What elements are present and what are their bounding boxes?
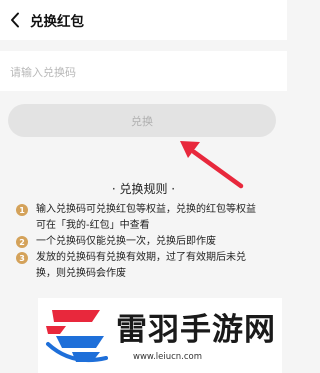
rule-text-line: 一个兑换码仅能兑换一次，兑换后即作废 [36, 236, 216, 247]
code-input-container [0, 51, 287, 93]
rule-text-line: 换，则兑换码会作废 [36, 268, 126, 279]
redeem-code-input[interactable] [8, 51, 282, 93]
redeem-button[interactable]: 兑换 [8, 104, 276, 137]
page-title: 兑换红包 [30, 14, 84, 30]
watermark-url: www.leiucn.com [133, 352, 203, 362]
rule-item: 2 一个兑换码仅能兑换一次，兑换后即作废 [16, 234, 276, 250]
rule-item: 3 发放的兑换码有兑换有效期，过了有效期后未兑 换，则兑换码会作废 [16, 250, 276, 282]
back-arrow-icon [11, 12, 19, 28]
rule-text-line: 发放的兑换码有兑换有效期，过了有效期后未兑 [36, 252, 246, 263]
back-button[interactable] [8, 10, 22, 30]
header-bar: 兑换红包 [0, 0, 287, 40]
watermark-site-name: 雷羽手游网 [116, 312, 276, 348]
rule-number-badge: 3 [16, 252, 28, 264]
rule-text-line: 输入兑换码可兑换红包等权益，兑换的红包等权益 [36, 204, 256, 215]
rules-title: · 兑换规则 · [111, 182, 176, 196]
redeem-button-label: 兑换 [131, 114, 153, 128]
watermark: 雷羽手游网 www.leiucn.com [38, 298, 282, 373]
watermark-logo-icon [46, 310, 108, 363]
rule-number-badge: 2 [16, 236, 28, 248]
rule-item: 1 输入兑换码可兑换红包等权益，兑换的红包等权益 可在「我的-红包」中查看 [16, 202, 276, 234]
rule-text-line: 可在「我的-红包」中查看 [36, 220, 150, 231]
rule-number-badge: 1 [16, 204, 28, 216]
